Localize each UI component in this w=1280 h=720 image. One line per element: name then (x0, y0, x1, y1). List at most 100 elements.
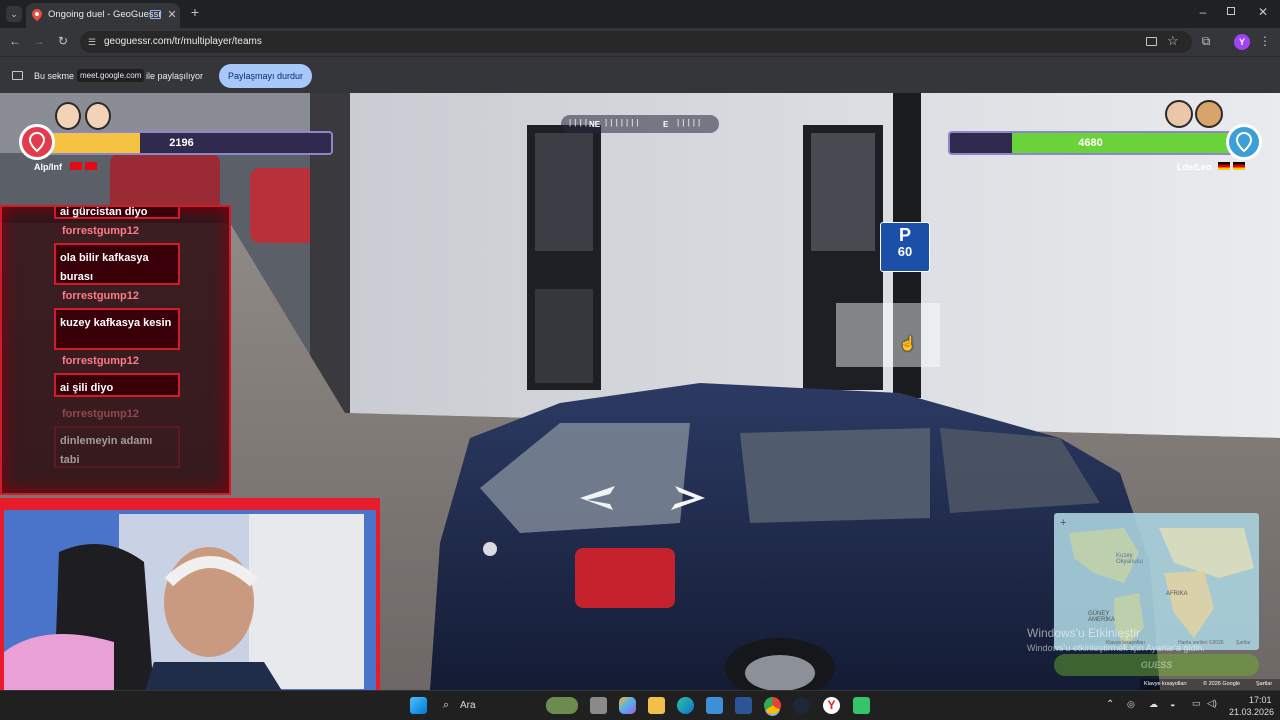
tab-share-icon (150, 10, 161, 19)
tab-title: Ongoing duel - GeoGuessr (48, 9, 162, 20)
chat-message-text: ai şili diyo (60, 382, 114, 394)
windows-start-icon[interactable] (410, 697, 427, 714)
cast-icon[interactable] (1146, 37, 1157, 46)
chat-message: ai gürcistan diyo (54, 207, 180, 219)
webcam-overlay (0, 498, 380, 690)
stream-chat-panel: ai gürcistan diyo forrestgump12 ola bili… (0, 205, 231, 495)
player-avatar (55, 102, 81, 130)
germany-flag-icon (1218, 162, 1230, 170)
steam-icon[interactable] (793, 697, 810, 714)
clock-time[interactable]: 17:01 (1249, 695, 1272, 705)
tray-overflow-icon[interactable]: ⌃ (1106, 699, 1114, 710)
germany-flag-icon (1233, 162, 1245, 170)
nav-arrow-right-icon (671, 486, 705, 510)
player-avatar (1195, 100, 1223, 128)
android-app-icon[interactable] (853, 697, 870, 714)
clock-date[interactable]: 21.03.2026 (1229, 707, 1274, 717)
sharing-infobar: Bu sekme meet.google.com ile paylaşılıyo… (0, 56, 1280, 93)
geoguessr-favicon-icon (32, 9, 42, 21)
chat-author: forrestgump12 (62, 290, 140, 302)
parking-sign: P 60 (880, 222, 930, 272)
street-view-panorama[interactable]: P 60 |||| NE ||||||| E ||||| 2196 Alp/In… (0, 93, 1280, 690)
activation-watermark-title: Windows'u Etkinleştir (1027, 626, 1140, 640)
chat-message: kuzey kafkasya kesin (54, 308, 180, 350)
tray-network-icon[interactable]: ◒ (1170, 699, 1175, 709)
browser-toolbar: ← → ↻ ☰ geoguessr.com/tr/multiplayer/tea… (0, 28, 1280, 56)
taskbar-search-label[interactable]: Ara (460, 700, 476, 711)
url-text: geoguessr.com/tr/multiplayer/teams (104, 36, 262, 47)
chat-message-text: dinlemeyin adamı tabi (60, 435, 153, 466)
new-tab-button[interactable]: + (188, 5, 202, 19)
forward-icon[interactable]: → (32, 34, 46, 48)
right-team-name: Lde/Leo (1177, 162, 1212, 172)
address-bar[interactable]: ☰ geoguessr.com/tr/multiplayer/teams ☆ (80, 31, 1192, 53)
turkey-flag-icon (85, 162, 97, 170)
sharing-text-before: Bu sekme (34, 71, 75, 81)
pano-nav-arrows[interactable] (575, 478, 710, 513)
close-window-button[interactable]: ✕ (1256, 5, 1270, 19)
store-icon[interactable] (706, 697, 723, 714)
sharing-domain: meet.google.com (77, 69, 145, 82)
compass-bar: |||| NE ||||||| E ||||| (561, 115, 719, 133)
tray-app-icon[interactable]: ◎ (1127, 699, 1135, 710)
reload-icon[interactable]: ↻ (56, 34, 70, 48)
google-footer: Klavye kısayolları © 2026 Google Şartlar (1140, 679, 1280, 690)
sharing-text-after: ile paylaşılıyor (146, 71, 204, 81)
restore-button[interactable] (1227, 7, 1235, 15)
tray-cloud-icon[interactable]: ☁ (1149, 699, 1158, 710)
hover-highlight (836, 303, 940, 367)
chat-author: forrestgump12 (62, 225, 140, 237)
footer-shortcuts-link[interactable]: Klavye kısayolları (1144, 679, 1187, 690)
player-avatar (1165, 100, 1193, 128)
chat-message: dinlemeyin adamı tabi (54, 426, 180, 468)
menu-icon[interactable]: ⋮ (1259, 34, 1271, 48)
left-team-name: Alp/Inf (34, 162, 62, 172)
task-view-icon[interactable] (590, 697, 607, 714)
microphone-icon[interactable]: ▭ (1192, 698, 1201, 709)
active-tab[interactable]: Ongoing duel - GeoGuessr ✕ (26, 3, 180, 28)
right-health-bar: 4680 (948, 131, 1233, 155)
stop-sharing-button[interactable]: Paylaşmayı durdur (219, 64, 312, 88)
extensions-icon[interactable]: ⧉ (1199, 34, 1213, 48)
compass-label-ne: NE (589, 120, 601, 129)
volume-icon[interactable]: ◁) (1207, 698, 1217, 709)
chrome-icon[interactable] (764, 697, 781, 714)
player-avatar (85, 102, 111, 130)
file-explorer-icon[interactable] (648, 697, 665, 714)
activation-watermark-subtitle: Windows'u etkinleştirmek için Ayarlar'a … (1027, 643, 1205, 653)
footer-copyright: © 2026 Google (1203, 681, 1241, 687)
right-team-pin-icon (1226, 124, 1262, 160)
webcam-feed (4, 510, 376, 690)
chat-message-text: ola bilir kafkasya burası (60, 252, 149, 283)
minimap-label-africa: AFRIKA (1166, 591, 1188, 597)
bookmark-star-icon[interactable]: ☆ (1167, 33, 1179, 49)
left-health-value: 2196 (169, 137, 194, 149)
chat-message: ai şili diyo (54, 373, 180, 397)
parking-number: 60 (897, 244, 913, 259)
app-icon[interactable] (735, 697, 752, 714)
copilot-icon[interactable] (619, 697, 636, 714)
tab-close-icon[interactable]: ✕ (166, 8, 178, 22)
taskbar-search-icon[interactable]: ⌕ (443, 699, 449, 712)
left-team-avatars (55, 96, 115, 132)
minimize-button[interactable]: – (1196, 5, 1210, 19)
windows-taskbar: ⌕ Ara Y ⌃ ◎ ☁ ◒ ▭ ◁) 17:01 21.03.2026 (0, 690, 1280, 720)
minimap-label-ocean: Kuzey Okyanusu (1116, 553, 1144, 565)
footer-terms-link[interactable]: Şartlar (1256, 679, 1272, 690)
parking-letter: P (898, 225, 911, 245)
minimap-zoom-in-icon[interactable]: + (1060, 517, 1066, 529)
guess-button[interactable]: GUESS (1054, 654, 1259, 676)
nav-arrow-left-icon (580, 486, 615, 510)
yandex-icon[interactable]: Y (823, 697, 840, 714)
chat-message: ola bilir kafkasya burası (54, 243, 180, 285)
compass-label-e: E (663, 120, 669, 129)
profile-avatar[interactable]: Y (1234, 34, 1250, 50)
site-info-icon[interactable]: ☰ (88, 37, 98, 47)
right-health-value: 4680 (1078, 137, 1103, 149)
back-icon[interactable]: ← (8, 34, 22, 48)
edge-icon[interactable] (677, 697, 694, 714)
minimap-label-south-america: GÜNEY AMERİKA (1088, 611, 1116, 623)
search-highlight-icon (546, 697, 578, 714)
tab-search-button[interactable]: ⌄ (6, 6, 22, 22)
chat-message-text: kuzey kafkasya kesin (60, 317, 172, 329)
